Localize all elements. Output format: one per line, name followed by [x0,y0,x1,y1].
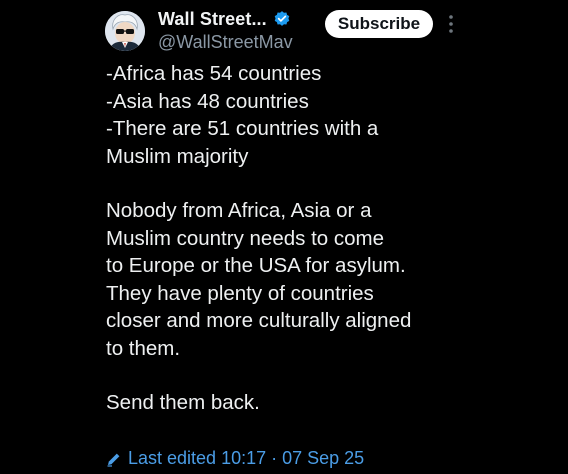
post-line: Muslim majority [106,144,249,168]
avatar-portrait-icon [105,11,145,51]
name-row: Wall Street... [158,6,293,32]
subscribe-button[interactable]: Subscribe [325,10,433,38]
more-vertical-icon[interactable] [445,12,457,36]
post-line: Nobody from Africa, Asia or a [106,199,372,222]
display-name[interactable]: Wall Street... [158,9,267,30]
post-line: -There are 51 countries with a [106,117,379,140]
post-line: -Asia has 48 countries [106,89,309,113]
author-block: Wall Street... @WallStreetMav [158,6,293,53]
post-line: Muslim country needs to come [106,226,385,250]
post-line: closer and more culturally aligned [106,309,412,332]
post-line: -Africa has 54 countries [106,62,322,85]
edit-history-link[interactable]: Last edited 10:17 · 07 Sep 25 [106,448,364,469]
post-line: to them. [106,336,181,360]
edited-label: Last edited 10:17 · 07 Sep 25 [128,448,365,468]
avatar[interactable] [105,11,145,51]
post-line: Send them back. [106,391,260,414]
handle[interactable]: @WallStreetMav [158,32,293,53]
verified-badge-icon [273,10,291,28]
post-text: -Africa has 54 countries -Asia has 48 co… [106,60,526,417]
post-line: They have plenty of countries [106,281,374,305]
post-card: Wall Street... @WallStreetMav Subscribe … [0,0,568,474]
pencil-icon [106,451,122,467]
post-line: to Europe or the USA for asylum. [106,254,406,277]
